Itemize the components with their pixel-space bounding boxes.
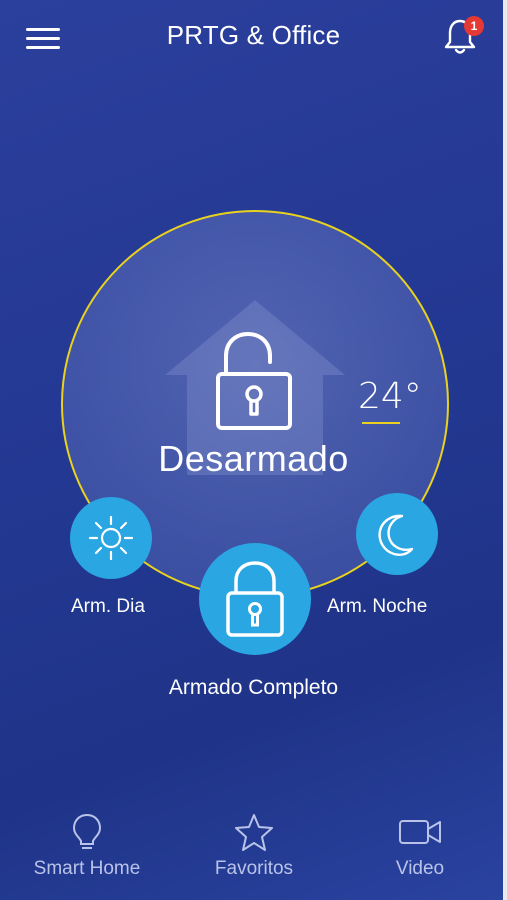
nav-favoritos[interactable]: Favoritos [179,812,329,880]
security-status: Desarmado [158,438,349,479]
sun-icon [88,515,134,561]
notification-badge: 1 [464,16,484,36]
open-padlock-icon[interactable] [212,330,296,432]
lightbulb-icon [72,813,102,849]
temperature-underline [362,422,400,424]
temperature-readout: 24° [358,376,422,417]
arm-full-label: Armado Completo [168,676,339,699]
nav-video[interactable]: Video [345,812,495,880]
nav-video-label: Video [395,858,445,879]
closed-padlock-icon [226,561,284,637]
video-camera-icon [399,820,441,844]
nav-smart-home-label: Smart Home [33,858,141,879]
moon-icon [378,514,414,556]
arm-day-label: Arm. Dia [71,596,145,617]
star-icon [235,814,273,851]
app-title: PRTG & Office [166,20,341,50]
arm-day-button[interactable] [70,497,152,579]
arm-night-button[interactable] [356,493,438,575]
nav-favoritos-label: Favoritos [214,858,294,879]
arm-night-label: Arm. Noche [327,596,428,617]
arm-full-button[interactable] [199,543,311,655]
nav-smart-home[interactable]: Smart Home [12,812,162,880]
